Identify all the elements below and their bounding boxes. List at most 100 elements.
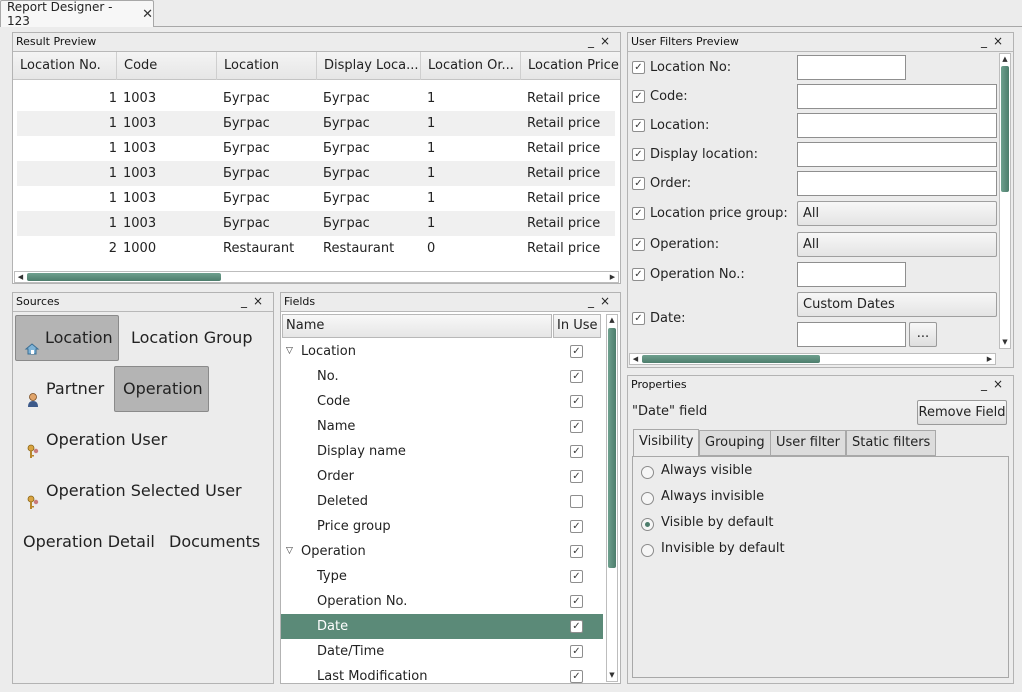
location-no-input[interactable] — [797, 55, 906, 80]
tab-static-filters[interactable]: Static filters — [846, 430, 937, 456]
vertical-scrollbar[interactable]: ▲ ▼ — [606, 314, 618, 682]
close-icon[interactable]: × — [993, 34, 1009, 48]
in-use-checkbox[interactable]: ✓ — [570, 645, 583, 658]
close-icon[interactable]: × — [993, 377, 1009, 391]
date-input[interactable] — [797, 322, 906, 347]
document-tab[interactable]: Report Designer - 123 ✕ — [0, 0, 154, 28]
date-picker-button[interactable]: ... — [909, 322, 937, 347]
close-icon[interactable]: × — [253, 294, 269, 308]
close-icon[interactable]: ✕ — [142, 7, 153, 22]
in-use-checkbox[interactable]: ✓ — [570, 595, 583, 608]
in-use-checkbox[interactable]: ✓ — [570, 620, 583, 633]
tree-field-row[interactable]: Order ✓ — [281, 464, 603, 489]
column-header[interactable]: Display Loca... — [317, 52, 421, 80]
scroll-right-icon[interactable]: ▶ — [607, 272, 618, 282]
location-price-group-select[interactable]: All — [797, 201, 997, 226]
location-input[interactable] — [797, 113, 997, 138]
table-row[interactable]: 1 1003 Буграс Буграс 1 Retail price — [17, 111, 615, 136]
scroll-up-icon[interactable]: ▲ — [1000, 54, 1010, 65]
checkbox[interactable]: ✓ — [632, 238, 645, 251]
source-location[interactable]: Location — [15, 315, 119, 361]
source-documents[interactable]: Documents — [169, 519, 260, 565]
tree-field-row[interactable]: Date/Time ✓ — [281, 639, 603, 664]
radio-always-visible[interactable] — [641, 466, 654, 479]
scroll-left-icon[interactable]: ◀ — [630, 354, 641, 364]
column-header[interactable]: Location Or... — [421, 52, 521, 80]
tree-field-row[interactable]: Deleted — [281, 489, 603, 514]
source-operation-selected-user[interactable]: Operation Selected User — [25, 468, 242, 514]
tree-field-row[interactable]: Price group ✓ — [281, 514, 603, 539]
vertical-scrollbar[interactable]: ▲ ▼ — [999, 53, 1011, 349]
in-use-checkbox[interactable]: ✓ — [570, 670, 583, 683]
tree-field-row[interactable]: Code ✓ — [281, 389, 603, 414]
table-row[interactable]: 1 1003 Буграс Буграс 1 Retail price — [17, 136, 615, 161]
scroll-up-icon[interactable]: ▲ — [607, 315, 617, 326]
source-operation[interactable]: Operation — [114, 366, 209, 412]
in-use-checkbox[interactable]: ✓ — [570, 420, 583, 433]
tree-field-row[interactable]: Display name ✓ — [281, 439, 603, 464]
in-use-checkbox[interactable]: ✓ — [570, 395, 583, 408]
radio-always-invisible[interactable] — [641, 492, 654, 505]
scroll-down-icon[interactable]: ▼ — [1000, 337, 1010, 348]
table-row[interactable]: 1 1003 Буграс Буграс 1 Retail price — [17, 86, 615, 111]
table-row[interactable]: 1 1003 Буграс Буграс 1 Retail price — [17, 161, 615, 186]
in-use-checkbox[interactable]: ✓ — [570, 545, 583, 558]
minimize-icon[interactable]: _ — [588, 34, 600, 48]
minimize-icon[interactable]: _ — [241, 294, 253, 308]
checkbox[interactable]: ✓ — [632, 119, 645, 132]
column-header[interactable]: Location — [217, 52, 317, 80]
in-use-checkbox[interactable]: ✓ — [570, 345, 583, 358]
minimize-icon[interactable]: _ — [588, 294, 600, 308]
horizontal-scrollbar[interactable]: ◀ ▶ — [629, 353, 996, 365]
tree-field-row[interactable]: Type ✓ — [281, 564, 603, 589]
scroll-down-icon[interactable]: ▼ — [607, 670, 617, 681]
scroll-thumb[interactable] — [1001, 66, 1009, 192]
checkbox[interactable]: ✓ — [632, 177, 645, 190]
minimize-icon[interactable]: _ — [981, 34, 993, 48]
table-row[interactable]: 2 1000 Restaurant Restaurant 0 Retail price — [17, 236, 615, 261]
in-use-checkbox[interactable]: ✓ — [570, 520, 583, 533]
checkbox[interactable]: ✓ — [632, 61, 645, 74]
code-input[interactable] — [797, 84, 997, 109]
column-header[interactable]: Location Price — [521, 52, 620, 80]
table-row[interactable]: 1 1003 Буграс Буграс 1 Retail price — [17, 211, 615, 236]
expand-toggle-icon[interactable]: ▽ — [286, 539, 293, 564]
tab-grouping[interactable]: Grouping — [699, 430, 771, 456]
scroll-thumb[interactable] — [608, 328, 616, 568]
tree-field-row[interactable]: Date ✓ — [281, 614, 603, 639]
source-partner[interactable]: Partner — [25, 366, 104, 412]
column-header[interactable]: Location No. — [13, 52, 117, 80]
checkbox[interactable]: ✓ — [632, 148, 645, 161]
checkbox[interactable]: ✓ — [632, 268, 645, 281]
operation-no-input[interactable] — [797, 262, 906, 287]
tree-field-row[interactable]: Last Modification ✓ — [281, 664, 603, 683]
column-header-in-use[interactable]: In Use — [553, 314, 601, 338]
scroll-left-icon[interactable]: ◀ — [15, 272, 26, 282]
source-operation-user[interactable]: Operation User — [25, 417, 167, 463]
horizontal-scrollbar[interactable]: ◀ ▶ — [14, 271, 619, 283]
tree-field-row[interactable]: Name ✓ — [281, 414, 603, 439]
expand-toggle-icon[interactable]: ▽ — [286, 339, 293, 364]
date-range-select[interactable]: Custom Dates — [797, 292, 997, 317]
tree-field-row[interactable]: Operation No. ✓ — [281, 589, 603, 614]
remove-field-button[interactable]: Remove Field — [917, 400, 1007, 425]
in-use-checkbox[interactable]: ✓ — [570, 570, 583, 583]
checkbox[interactable]: ✓ — [632, 207, 645, 220]
close-icon[interactable]: × — [600, 294, 616, 308]
radio-invisible-by-default[interactable] — [641, 544, 654, 557]
tree-group-row[interactable]: ▽ Location ✓ — [281, 339, 603, 364]
scroll-right-icon[interactable]: ▶ — [984, 354, 995, 364]
tab-user-filter[interactable]: User filter — [770, 430, 847, 456]
radio-visible-by-default[interactable] — [641, 518, 654, 531]
scroll-thumb[interactable] — [642, 355, 820, 363]
operation-select[interactable]: All — [797, 232, 997, 257]
tree-field-row[interactable]: No. ✓ — [281, 364, 603, 389]
display-location-input[interactable] — [797, 142, 997, 167]
checkbox[interactable]: ✓ — [632, 90, 645, 103]
in-use-checkbox[interactable]: ✓ — [570, 445, 583, 458]
scroll-thumb[interactable] — [27, 273, 221, 281]
order-input[interactable] — [797, 171, 997, 196]
column-header-name[interactable]: Name — [282, 314, 552, 338]
in-use-checkbox[interactable] — [570, 495, 583, 508]
checkbox[interactable]: ✓ — [632, 312, 645, 325]
